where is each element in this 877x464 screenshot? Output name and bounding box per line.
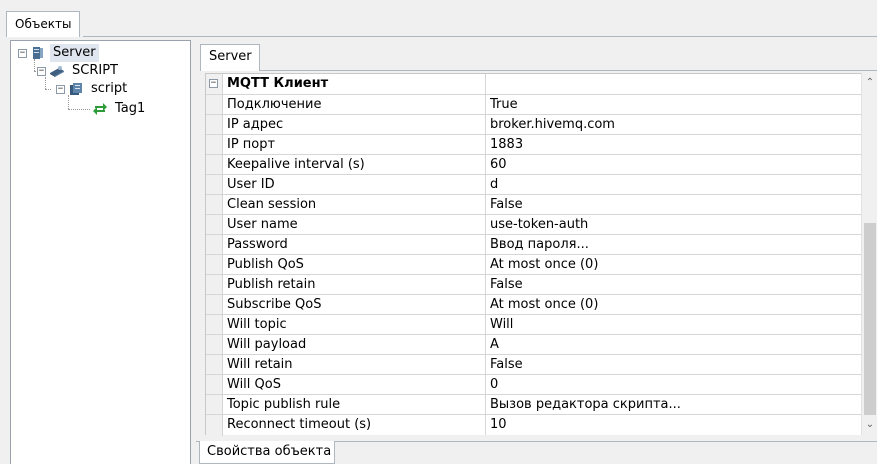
property-row[interactable]: Publish QoS At most once (0) xyxy=(206,255,862,275)
property-value[interactable]: Вызов редактора скрипта... xyxy=(487,395,862,415)
scrollbar-thumb[interactable] xyxy=(864,223,876,415)
tree-node-label: SCRIPT xyxy=(72,63,118,78)
property-name: IP адрес xyxy=(223,115,486,135)
property-grid: − MQTT Клиент Подключение True IP адрес … xyxy=(205,73,862,436)
property-name: Keepalive interval (s) xyxy=(223,155,486,175)
property-value[interactable]: True xyxy=(487,95,862,115)
property-name: User name xyxy=(223,215,486,235)
property-row[interactable]: Will QoS 0 xyxy=(206,375,862,395)
property-value[interactable]: Will xyxy=(487,315,862,335)
property-value[interactable]: False xyxy=(487,355,862,375)
property-value[interactable]: False xyxy=(487,275,862,295)
property-row[interactable]: Will payload A xyxy=(206,335,862,355)
property-value[interactable]: 0 xyxy=(487,375,862,395)
category-label: MQTT Клиент xyxy=(223,74,486,94)
property-row[interactable]: IP порт 1883 xyxy=(206,135,862,155)
tree-node-tag1[interactable]: Tag1 xyxy=(92,100,148,118)
property-row[interactable]: Publish retain False xyxy=(206,275,862,295)
property-name: Will payload xyxy=(223,335,486,355)
tab-object-properties[interactable]: Свойства объекта xyxy=(199,441,335,464)
property-row[interactable]: User ID d xyxy=(206,175,862,195)
property-value[interactable]: broker.hivemq.com xyxy=(487,115,862,135)
property-name: Password xyxy=(223,235,486,255)
property-name: Clean session xyxy=(223,195,486,215)
tag-icon xyxy=(92,102,108,116)
objects-tab[interactable]: Объекты xyxy=(6,11,81,37)
tab-divider xyxy=(259,70,877,71)
tab-server[interactable]: Server xyxy=(200,44,260,71)
property-value[interactable]: d xyxy=(487,175,862,195)
property-value[interactable]: 10 xyxy=(487,415,862,435)
property-name: Reconnect timeout (s) xyxy=(223,415,486,435)
property-name: User ID xyxy=(223,175,486,195)
collapse-icon[interactable]: − xyxy=(18,48,27,58)
property-grid-scrollbar[interactable]: ⌃ ⌄ xyxy=(861,73,877,435)
tree-connector xyxy=(68,109,90,110)
property-category-mqtt[interactable]: − MQTT Клиент xyxy=(206,74,862,95)
tree-node-script-module[interactable]: − SCRIPT xyxy=(37,62,121,80)
tree-node-label: script xyxy=(91,81,128,96)
property-name: Will QoS xyxy=(223,375,486,395)
property-name: Подключение xyxy=(223,95,486,115)
objects-tab-strip: Объекты xyxy=(0,0,877,37)
property-row[interactable]: Subscribe QoS At most once (0) xyxy=(206,295,862,315)
property-name: IP порт xyxy=(223,135,486,155)
property-name: Topic publish rule xyxy=(223,395,486,415)
category-value xyxy=(487,74,862,94)
tree-node-script[interactable]: − script xyxy=(56,80,130,98)
property-row[interactable]: Topic publish rule Вызов редактора скрип… xyxy=(206,395,862,415)
property-name: Publish QoS xyxy=(223,255,486,275)
property-row[interactable]: Will retain False xyxy=(206,355,862,375)
scroll-up-icon[interactable]: ⌃ xyxy=(862,75,877,91)
property-value[interactable]: use-token-auth xyxy=(487,215,862,235)
property-name: Will retain xyxy=(223,355,486,375)
property-row[interactable]: Password Ввод пароля... xyxy=(206,235,862,255)
collapse-icon[interactable]: − xyxy=(37,66,46,76)
property-row[interactable]: User name use-token-auth xyxy=(206,215,862,235)
property-value[interactable]: A xyxy=(487,335,862,355)
property-value[interactable]: Ввод пароля... xyxy=(487,235,862,255)
tree-node-label: Server xyxy=(50,44,99,62)
property-name: Will topic xyxy=(223,315,486,335)
property-value[interactable]: At most once (0) xyxy=(487,255,862,275)
tree-connector xyxy=(45,89,51,90)
script-object-icon xyxy=(68,82,84,96)
property-value[interactable]: False xyxy=(487,195,862,215)
tree-node-label: Tag1 xyxy=(115,101,146,116)
property-row[interactable]: Keepalive interval (s) 60 xyxy=(206,155,862,175)
property-row[interactable]: Will topic Will xyxy=(206,315,862,335)
tree-node-server[interactable]: − Server xyxy=(18,44,99,62)
object-tree[interactable]: − Server − SCRIPT − script Tag1 xyxy=(10,40,191,464)
property-value[interactable]: 60 xyxy=(487,155,862,175)
property-row[interactable]: IP адрес broker.hivemq.com xyxy=(206,115,862,135)
server-icon xyxy=(30,46,46,60)
property-name: Subscribe QoS xyxy=(223,295,486,315)
script-module-icon xyxy=(49,64,65,78)
property-row[interactable]: Подключение True xyxy=(206,95,862,115)
property-value[interactable]: 1883 xyxy=(487,135,862,155)
collapse-icon[interactable]: − xyxy=(209,79,218,88)
scroll-down-icon[interactable]: ⌄ xyxy=(862,417,877,433)
property-value[interactable]: At most once (0) xyxy=(487,295,862,315)
property-row[interactable]: Reconnect timeout (s) 10 xyxy=(206,415,862,435)
property-row[interactable]: Clean session False xyxy=(206,195,862,215)
property-name: Publish retain xyxy=(223,275,486,295)
collapse-icon[interactable]: − xyxy=(56,84,65,94)
